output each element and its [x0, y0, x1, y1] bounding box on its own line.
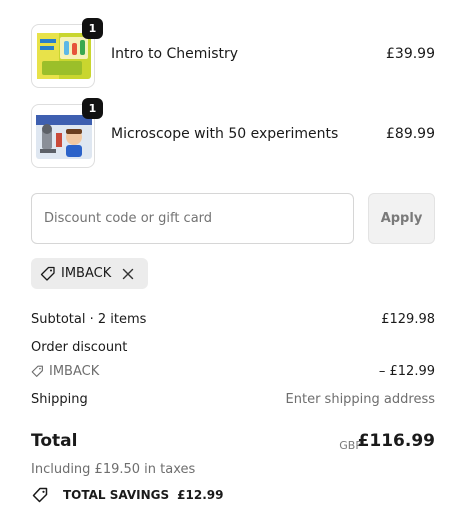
shipping-value: Enter shipping address: [285, 392, 435, 407]
item-name: Intro to Chemistry: [111, 46, 239, 62]
discount-code-row: IMBACK: [31, 364, 99, 379]
discount-code-input[interactable]: [31, 193, 354, 244]
savings-value: £12.99: [177, 488, 224, 502]
taxes-note: Including £19.50 in taxes: [31, 462, 196, 477]
tag-icon: [40, 266, 56, 282]
line-item: 1 Intro to Chemistry £39.99: [31, 18, 435, 90]
quantity-badge: 1: [82, 18, 103, 39]
total-label: Total: [31, 431, 78, 451]
order-discount-label: Order discount: [31, 340, 128, 355]
item-name: Microscope with 50 experiments: [111, 126, 339, 142]
shipping-label: Shipping: [31, 392, 88, 407]
savings-label: TOTAL SAVINGS: [63, 488, 170, 502]
line-item: 1 Microscope with 50 experiments £89.99: [31, 98, 435, 170]
quantity-badge: 1: [82, 98, 103, 119]
subtotal-label: Subtotal · 2 items: [31, 312, 147, 327]
close-icon[interactable]: [122, 268, 134, 280]
applied-code-label: IMBACK: [61, 266, 112, 281]
product-thumbnail: 1: [31, 98, 103, 170]
total-amount: £116.99: [357, 431, 435, 451]
savings-tag-icon: [31, 487, 49, 503]
discount-value: – £12.99: [378, 364, 435, 379]
discount-code-label: IMBACK: [49, 364, 100, 379]
item-price: £39.99: [386, 46, 435, 62]
total-savings: TOTAL SAVINGS £12.99: [31, 487, 223, 503]
tag-icon: [31, 365, 44, 378]
apply-discount-button[interactable]: Apply: [368, 193, 435, 244]
subtotal-value: £129.98: [381, 312, 435, 327]
applied-discount-chip: IMBACK: [31, 258, 148, 289]
item-price: £89.99: [386, 126, 435, 142]
product-thumbnail: 1: [31, 18, 103, 90]
